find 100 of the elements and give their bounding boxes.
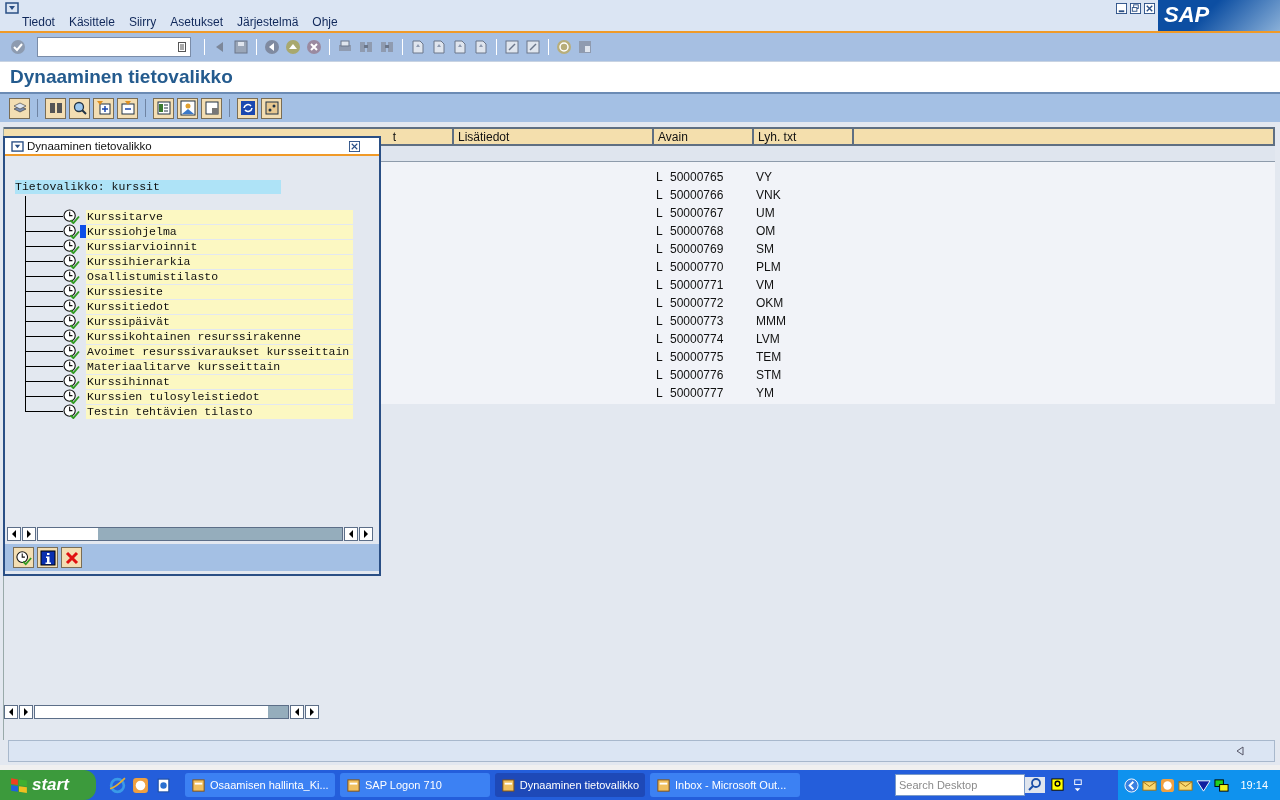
triangle-icon[interactable] — [1236, 746, 1244, 756]
document-icon[interactable] — [155, 776, 172, 794]
close-icon[interactable] — [349, 140, 360, 152]
tree-item[interactable]: Materiaalitarve kursseittain — [86, 359, 353, 374]
table-cell-text: 50000773 — [670, 314, 725, 328]
column-header[interactable]: Avain — [654, 129, 754, 144]
table-cell-text: L — [656, 170, 664, 184]
minus-button[interactable] — [117, 97, 138, 119]
clock-check-icon — [63, 389, 80, 404]
tree-item[interactable]: Kurssipäivät — [86, 314, 353, 329]
scroll-left-button[interactable] — [344, 527, 358, 541]
help-icon[interactable] — [1050, 777, 1065, 793]
list-button[interactable] — [153, 97, 174, 119]
tree-item[interactable]: Kurssihierarkia — [86, 254, 353, 269]
scroll-left-button[interactable] — [4, 705, 18, 719]
taskbar-button[interactable]: Osaamisen hallinta_Ki... — [185, 773, 335, 797]
tree-item[interactable]: Avoimet resurssivaraukset kursseittain — [86, 344, 353, 359]
restore-icon[interactable] — [1130, 3, 1141, 14]
taskbar-button[interactable]: Dynaaminen tietovalikko — [495, 773, 645, 797]
table-cell-text: L — [656, 296, 664, 310]
execute-button[interactable] — [13, 547, 34, 568]
info-icon — [39, 549, 56, 566]
list-icon[interactable] — [178, 42, 186, 52]
left-arrow-icon — [294, 708, 300, 716]
right-arrow-icon — [23, 708, 29, 716]
tree-item[interactable]: Kurssiarvioinnit — [86, 239, 353, 254]
column-header[interactable]: Lisätiedot — [454, 129, 654, 144]
tree-item[interactable]: Kurssitarve — [86, 209, 353, 224]
info-button[interactable] — [37, 547, 58, 568]
scrollbar-thumb[interactable] — [35, 706, 268, 718]
tree-item[interactable]: Kurssiesite — [86, 284, 353, 299]
tree-root[interactable]: Tietovalikko: kurssit — [15, 180, 281, 194]
plus-button[interactable] — [93, 97, 114, 119]
scroll-left-button[interactable] — [290, 705, 304, 719]
tree-item[interactable]: Osallistumistilasto — [86, 269, 353, 284]
tree-item[interactable]: Testin tehtävien tilasto — [86, 404, 353, 419]
clock-check-icon — [63, 239, 80, 254]
cancel-icon[interactable] — [306, 39, 322, 55]
taskbar-button[interactable]: SAP Logon 710 — [340, 773, 490, 797]
scrollbar-thumb[interactable] — [38, 528, 98, 540]
tree-item[interactable]: Kurssikohtainen resurssirakenne — [86, 329, 353, 344]
scroll-right-button[interactable] — [22, 527, 36, 541]
magnifier-icon — [71, 100, 88, 116]
close-icon[interactable] — [1144, 3, 1155, 14]
table-icon — [203, 100, 220, 116]
tree-item[interactable]: Kurssien tulosyleistiedot — [86, 389, 353, 404]
chevron-icon[interactable] — [1124, 777, 1140, 793]
cancel-button[interactable] — [61, 547, 82, 568]
menu-icon[interactable] — [5, 2, 19, 14]
clock-check-icon — [63, 314, 80, 329]
scroll-right-button[interactable] — [19, 705, 33, 719]
table-cell-text: L — [656, 368, 664, 382]
clock-check-icon — [15, 549, 32, 566]
triangle-icon[interactable] — [1196, 777, 1212, 793]
stack-button[interactable] — [9, 97, 30, 119]
window-icon[interactable] — [504, 39, 520, 55]
grid-icon — [263, 100, 280, 116]
back-icon[interactable] — [264, 39, 280, 55]
taskbar-button[interactable]: Inbox - Microsoft Out... — [650, 773, 800, 797]
table-button[interactable] — [201, 97, 222, 119]
refresh-button[interactable] — [237, 97, 258, 119]
network-icon[interactable] — [1214, 777, 1230, 793]
browser-icon[interactable] — [109, 776, 126, 794]
menu-item[interactable]: Tiedot — [22, 15, 55, 29]
menu-item[interactable]: Ohje — [312, 15, 338, 29]
menu-item[interactable]: Asetukset — [170, 15, 223, 29]
check-icon[interactable] — [10, 39, 26, 55]
person-button[interactable] — [177, 97, 198, 119]
bino-button[interactable] — [45, 97, 66, 119]
menu-item[interactable]: Järjestelmä — [236, 15, 299, 29]
right-arrow-icon — [309, 708, 315, 716]
table-cell: OKM — [756, 296, 784, 310]
search-field[interactable]: Search Desktop — [895, 774, 1025, 796]
minimize-icon[interactable] — [1116, 3, 1127, 14]
tree-item[interactable]: Kurssiohjelma — [86, 224, 353, 239]
search-icon[interactable] — [1025, 777, 1045, 793]
plus-icon — [95, 100, 112, 116]
grid-button[interactable] — [261, 97, 282, 119]
magnifier-button[interactable] — [69, 97, 90, 119]
scroll-right-button[interactable] — [305, 705, 319, 719]
clock-icon[interactable] — [132, 776, 149, 794]
scroll-left-button[interactable] — [7, 527, 21, 541]
scroll-right-button[interactable] — [359, 527, 373, 541]
menu-item[interactable]: Käsittele — [68, 15, 115, 29]
table-cell: MMM — [756, 314, 786, 328]
menu-icon[interactable] — [11, 140, 24, 152]
tree-item[interactable]: Kurssihinnat — [86, 374, 353, 389]
start-button[interactable]: start — [0, 770, 96, 800]
menu-item[interactable]: Siirry — [128, 15, 157, 29]
window-icon[interactable] — [525, 39, 541, 55]
right-arrow-icon — [26, 530, 32, 538]
tree-item[interactable]: Kurssitiedot — [86, 299, 353, 314]
command-field[interactable] — [37, 37, 191, 57]
table-cell-text: 50000777 — [670, 386, 725, 400]
table-cell-text: 50000768 — [670, 224, 725, 238]
table-cell: SM — [756, 242, 774, 256]
column-header[interactable]: Lyh. txt — [754, 129, 854, 144]
clock-check-icon — [63, 329, 80, 344]
sap-logo: SAP — [1158, 0, 1280, 31]
clock-icon[interactable] — [1160, 777, 1176, 793]
